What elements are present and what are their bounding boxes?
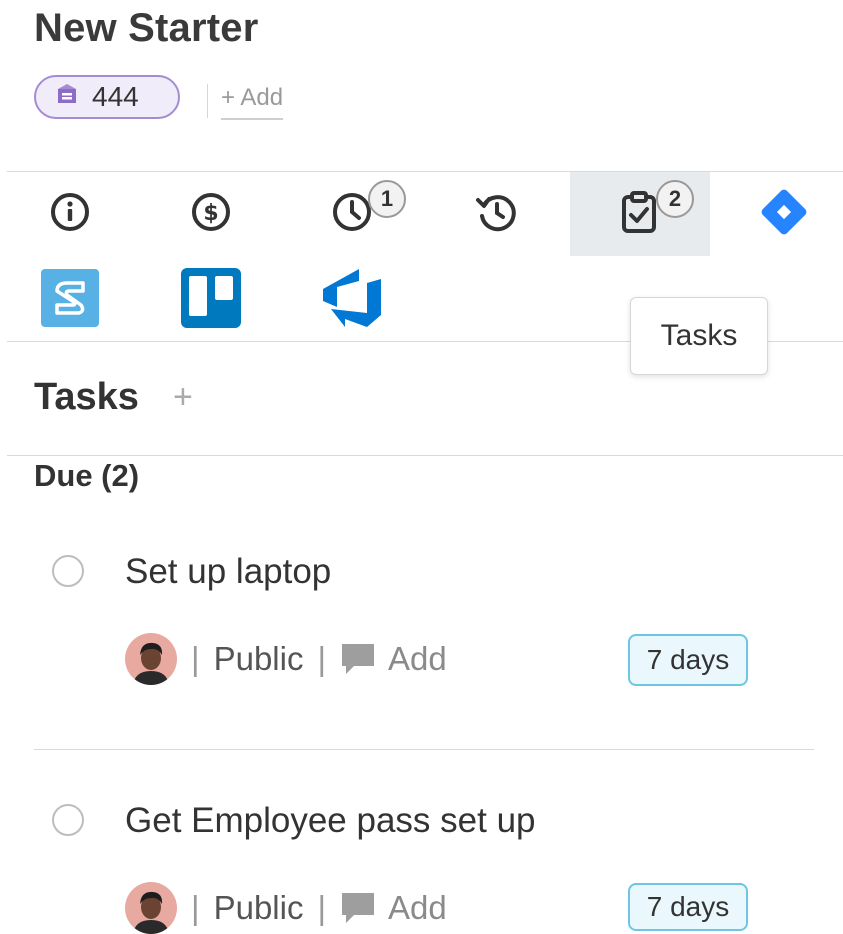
comment-icon[interactable] — [340, 891, 376, 925]
history-icon — [474, 189, 520, 240]
task-title[interactable]: Get Employee pass set up — [125, 801, 536, 841]
due-badge[interactable]: 7 days — [628, 634, 748, 686]
divider — [7, 455, 843, 456]
page-title: New Starter — [34, 6, 259, 50]
task-complete-checkbox[interactable] — [52, 555, 84, 587]
tab-timers[interactable]: 1 — [282, 172, 422, 256]
separator: | — [317, 640, 327, 677]
due-badge[interactable]: 7 days — [628, 883, 748, 931]
task-meta: | Public | Add — [125, 633, 447, 685]
tab-trello[interactable] — [141, 258, 281, 342]
due-group-title: Due (2) — [34, 458, 140, 493]
azure-devops-icon — [321, 267, 383, 334]
timer-count-badge: 1 — [368, 180, 406, 218]
tab-jira[interactable] — [714, 172, 843, 256]
svg-text:$: $ — [203, 201, 218, 226]
tab-billing[interactable]: $ — [141, 172, 281, 256]
add-task-button[interactable]: + — [173, 378, 193, 417]
add-tag-button[interactable]: + Add — [221, 84, 284, 120]
clipboard-check-icon — [619, 189, 659, 240]
comment-icon[interactable] — [340, 642, 376, 676]
tab-info[interactable] — [0, 172, 140, 256]
tasks-tooltip: Tasks — [630, 297, 768, 375]
task-title[interactable]: Set up laptop — [125, 552, 331, 592]
add-comment-button[interactable]: Add — [388, 889, 447, 927]
trello-icon — [181, 267, 241, 333]
task-meta: | Public | Add — [125, 882, 447, 934]
tab-azure-devops[interactable] — [282, 258, 422, 342]
task-complete-checkbox[interactable] — [52, 804, 84, 836]
avatar[interactable] — [125, 633, 177, 685]
ticket-count-badge[interactable]: 444 — [34, 75, 180, 119]
tab-shortcut[interactable] — [0, 258, 140, 342]
jira-icon — [755, 183, 813, 246]
ticket-count: 444 — [92, 81, 139, 112]
tab-tasks[interactable]: 2 — [570, 172, 710, 256]
info-icon — [48, 190, 92, 239]
separator: | — [317, 889, 327, 926]
separator: | — [191, 640, 200, 677]
tasks-heading: Tasks — [34, 376, 139, 418]
task-visibility[interactable]: Public — [214, 889, 304, 927]
ticket-icon — [54, 81, 80, 114]
tab-history[interactable] — [427, 172, 567, 256]
avatar[interactable] — [125, 882, 177, 934]
divider — [207, 84, 208, 118]
shortcut-icon — [41, 268, 99, 332]
add-comment-button[interactable]: Add — [388, 640, 447, 678]
dollar-icon: $ — [189, 190, 233, 239]
separator: | — [191, 889, 200, 926]
task-visibility[interactable]: Public — [214, 640, 304, 678]
task-count-badge: 2 — [656, 180, 694, 218]
divider — [34, 749, 814, 750]
